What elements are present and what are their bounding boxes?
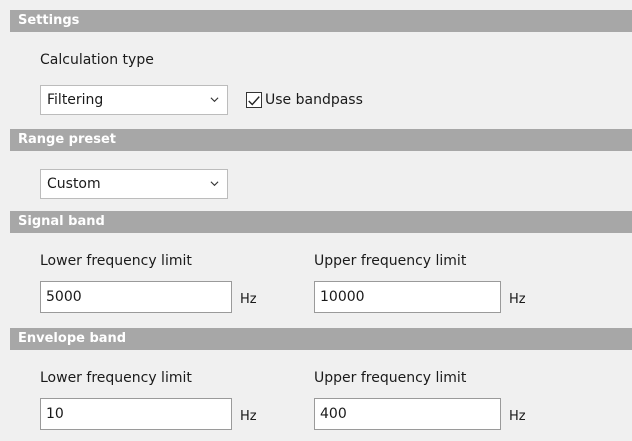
use-bandpass-label: Use bandpass xyxy=(265,92,363,108)
envelope-upper-unit: Hz xyxy=(509,409,526,424)
signal-upper-frequency-label: Upper frequency limit xyxy=(314,253,467,269)
use-bandpass-checkbox[interactable] xyxy=(246,92,262,108)
calculation-type-label: Calculation type xyxy=(40,52,154,68)
calculation-type-dropdown[interactable]: Filtering xyxy=(40,85,228,115)
signal-band-header: Signal band xyxy=(10,211,632,233)
range-preset-dropdown[interactable]: Custom xyxy=(40,169,228,199)
envelope-lower-frequency-label: Lower frequency limit xyxy=(40,370,192,386)
checkmark-icon xyxy=(248,96,260,106)
range-preset-value: Custom xyxy=(47,176,101,192)
signal-upper-unit: Hz xyxy=(509,292,526,307)
settings-header: Settings xyxy=(10,10,632,32)
chevron-down-icon xyxy=(210,97,219,103)
signal-lower-frequency-label: Lower frequency limit xyxy=(40,253,192,269)
calculation-type-value: Filtering xyxy=(47,92,104,108)
envelope-lower-frequency-input[interactable]: 10 xyxy=(40,398,232,430)
envelope-lower-unit: Hz xyxy=(240,409,257,424)
envelope-upper-frequency-input[interactable]: 400 xyxy=(314,398,501,430)
signal-lower-unit: Hz xyxy=(240,292,257,307)
settings-panel: Settings Calculation type Filtering Use … xyxy=(0,0,632,441)
signal-lower-frequency-input[interactable]: 5000 xyxy=(40,281,232,313)
signal-upper-frequency-input[interactable]: 10000 xyxy=(314,281,501,313)
chevron-down-icon xyxy=(210,181,219,187)
envelope-upper-frequency-label: Upper frequency limit xyxy=(314,370,467,386)
range-preset-header: Range preset xyxy=(10,129,632,151)
envelope-band-header: Envelope band xyxy=(10,328,632,350)
